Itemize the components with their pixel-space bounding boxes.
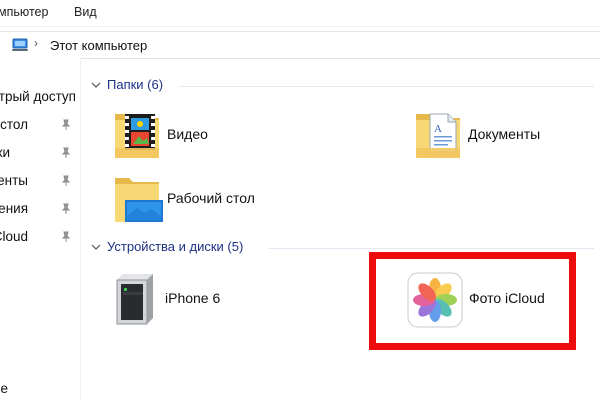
group-divider (269, 248, 594, 249)
nav-item-pictures[interactable]: Изображения (0, 200, 80, 220)
group-divider (179, 86, 594, 87)
nav-item-label: e (0, 381, 8, 396)
ribbon-tabs: мпьютер Вид (0, 0, 600, 27)
pin-icon[interactable] (60, 119, 72, 131)
folder-label: Рабочий стол (167, 190, 255, 206)
computer-icon (12, 38, 28, 51)
ribbon-tab-view[interactable]: Вид (74, 5, 97, 19)
folder-tile-desktop[interactable]: Рабочий стол (113, 172, 313, 228)
svg-text:A: A (434, 123, 442, 135)
nav-item-label: iCloud (0, 229, 28, 244)
folder-label: Видео (167, 126, 208, 142)
pin-icon[interactable] (60, 231, 72, 243)
nav-item-label: Быстрый доступ (0, 89, 76, 104)
group-title: Папки (6) (107, 77, 164, 92)
highlight-box (369, 252, 576, 350)
portable-device-icon (116, 274, 153, 325)
pin-icon[interactable] (60, 203, 72, 215)
video-folder-icon (115, 114, 159, 158)
nav-item-downloads[interactable]: Загрузки (0, 144, 80, 164)
nav-item-label: Документы (0, 173, 28, 188)
nav-item-partial[interactable]: e (0, 380, 80, 400)
ribbon-tab-computer[interactable]: мпьютер (0, 5, 48, 19)
pin-icon[interactable] (60, 175, 72, 187)
address-bar[interactable]: › Этот компьютер (0, 31, 600, 59)
nav-item-quick-access[interactable]: Быстрый доступ (0, 88, 80, 108)
chevron-down-icon[interactable] (91, 80, 101, 90)
group-title: Устройства и диски (5) (107, 239, 244, 254)
nav-item-label: Загрузки (0, 145, 10, 160)
nav-item-documents[interactable]: Документы (0, 172, 80, 192)
nav-item-desktop[interactable]: Рабочий стол (0, 116, 80, 136)
folder-tile-documents[interactable]: A Документы (414, 108, 594, 164)
pin-icon[interactable] (60, 147, 72, 159)
desktop-folder-icon (115, 178, 163, 222)
nav-item-label: Изображения (0, 201, 28, 216)
device-label: iPhone 6 (165, 290, 221, 306)
folder-tile-video[interactable]: Видео (113, 108, 293, 164)
nav-item-icloud[interactable]: iCloud (0, 228, 80, 248)
chevron-right-icon[interactable]: › (34, 36, 38, 50)
device-tile-iphone[interactable]: iPhone 6 (111, 272, 291, 328)
nav-item-label: Рабочий стол (0, 117, 28, 132)
chevron-down-icon[interactable] (91, 242, 101, 252)
folder-label: Документы (468, 126, 541, 142)
group-header-folders[interactable]: Папки (6) (89, 77, 594, 97)
navigation-pane: Быстрый доступ Рабочий стол Загрузки Док… (0, 58, 81, 400)
breadcrumb[interactable]: Этот компьютер (50, 38, 147, 53)
documents-folder-icon: A (416, 113, 460, 158)
